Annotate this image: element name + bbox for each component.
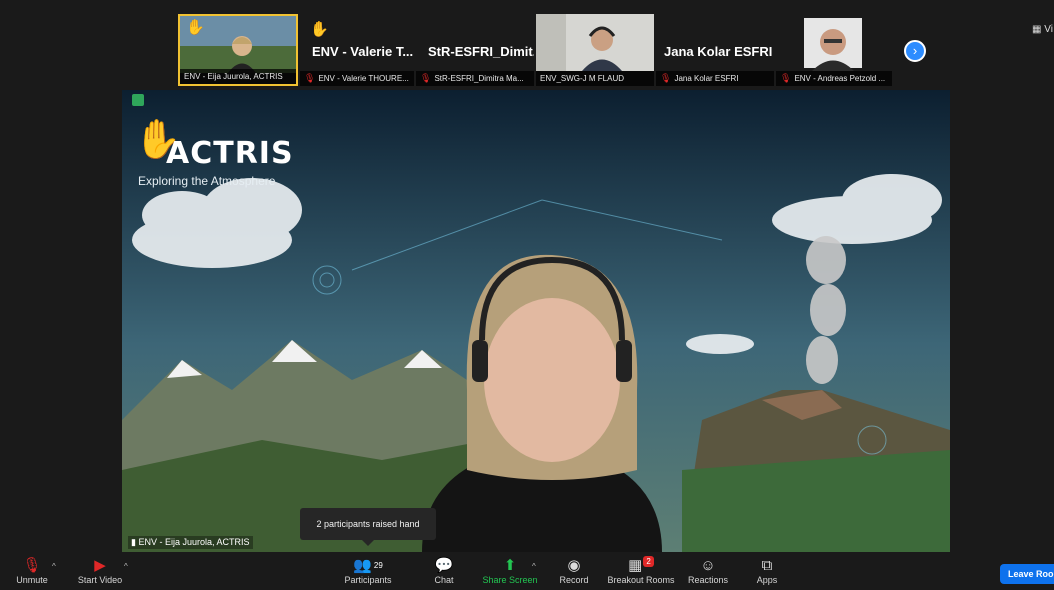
record-icon: ◉ <box>567 557 581 574</box>
shield-icon <box>132 94 144 106</box>
apps-button[interactable]: ⧉ Apps <box>752 556 782 585</box>
speaker-video: ✋ ACTRIS Exploring the Atmosphere ▮ ENV … <box>122 90 950 552</box>
participants-icon: 👥 29 <box>353 557 383 574</box>
meeting-toolbar: 🎙 Unmute ^ ▶ Start Video ^ 👥 29 Participa… <box>0 554 1054 590</box>
participant-caption: ENV_SWG-J M FLAUD <box>536 71 654 86</box>
raised-hand-icon: ✋ <box>186 19 205 36</box>
share-screen-button[interactable]: ⬆ Share Screen <box>480 556 540 585</box>
participant-caption: 🎙 StR-ESFRI_Dimitra Ma... <box>416 71 534 86</box>
gallery-tile-valerie[interactable]: ✋ ENV - Valerie T... 🎙 ENV - Valerie THOU… <box>300 14 414 86</box>
chat-button[interactable]: 💬 Chat <box>426 556 462 585</box>
chevron-up-icon[interactable]: ^ <box>124 562 128 571</box>
breakout-rooms-icon: ▦ 2 <box>604 556 678 575</box>
gallery-strip: ✋ ENV - Eija Juurola, ACTRIS ✋ ENV - Val… <box>178 14 938 86</box>
muted-mic-icon: 🎙 <box>420 73 432 83</box>
view-button[interactable]: ▦ Vi <box>1032 24 1053 35</box>
gallery-tile-flaud[interactable]: ENV_SWG-J M FLAUD <box>536 14 654 86</box>
raised-hand-notification[interactable]: 2 participants raised hand <box>300 508 436 546</box>
participants-button[interactable]: 👥 29 Participants <box>340 556 396 585</box>
leave-room-button[interactable]: Leave Room <box>1000 564 1054 584</box>
grid-icon: ▦ <box>1032 24 1042 35</box>
gallery-tile-andreas[interactable]: 🎙 ENV - Andreas Petzold ... <box>776 14 892 86</box>
muted-mic-icon: 🎙 <box>780 73 792 83</box>
raised-hand-icon: ✋ <box>310 21 329 38</box>
breakout-rooms-button[interactable]: ▦ 2 Breakout Rooms <box>604 556 678 585</box>
start-video-button[interactable]: ▶ Start Video <box>72 556 128 585</box>
unmute-button[interactable]: 🎙 Unmute <box>10 556 54 585</box>
muted-mic-icon: 🎙 <box>22 557 42 574</box>
muted-mic-icon: 🎙 <box>304 73 316 83</box>
chevron-up-icon[interactable]: ^ <box>532 562 536 571</box>
apps-icon: ⧉ <box>761 557 773 574</box>
chevron-up-icon[interactable]: ^ <box>52 562 56 571</box>
record-button[interactable]: ◉ Record <box>556 556 592 585</box>
participant-caption: 🎙 ENV - Andreas Petzold ... <box>776 71 892 86</box>
participant-caption: 🎙 ENV - Valerie THOURE... <box>300 71 414 86</box>
signal-icon: ▮ <box>131 537 136 547</box>
participant-video <box>776 14 892 71</box>
participant-name: ENV - Valerie T... <box>312 44 414 59</box>
gallery-tile-jana[interactable]: Jana Kolar ESFRI 🎙 Jana Kolar ESFRI <box>656 14 774 86</box>
gallery-tile-dimitra[interactable]: StR-ESFRI_Dimit... 🎙 StR-ESFRI_Dimitra Ma… <box>416 14 534 86</box>
participant-caption: 🎙 Jana Kolar ESFRI <box>656 71 774 86</box>
share-screen-icon: ⬆ <box>503 557 517 574</box>
participant-caption: ENV - Eija Juurola, ACTRIS <box>180 69 296 84</box>
reactions-button[interactable]: ☺ Reactions <box>686 556 730 585</box>
participant-name: StR-ESFRI_Dimit... <box>428 44 534 59</box>
speaker-name-label: ▮ ENV - Eija Juurola, ACTRIS <box>128 536 253 549</box>
chevron-right-icon[interactable]: › <box>904 40 926 62</box>
reactions-icon: ☺ <box>700 557 716 574</box>
participant-name: Jana Kolar ESFRI <box>664 44 773 59</box>
chat-icon: 💬 <box>434 557 454 574</box>
muted-mic-icon: 🎙 <box>660 73 672 83</box>
video-off-icon: ▶ <box>94 557 106 574</box>
gallery-tile-eija[interactable]: ✋ ENV - Eija Juurola, ACTRIS <box>178 14 298 86</box>
participant-video <box>536 14 654 71</box>
